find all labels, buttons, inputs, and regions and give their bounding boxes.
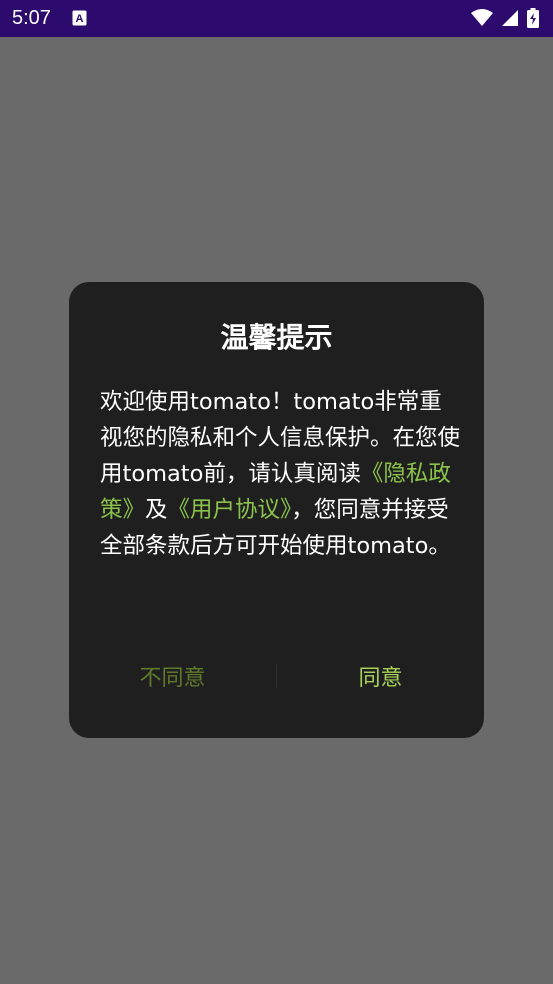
status-bar: 5:07 A xyxy=(0,0,553,37)
dialog-title: 温馨提示 xyxy=(220,321,333,354)
wifi-icon xyxy=(471,9,493,31)
agree-button[interactable]: 同意 xyxy=(277,660,484,692)
privacy-dialog: 温馨提示 欢迎使用tomato！tomato非常重视您的隐私和个人信息保护。在您… xyxy=(69,282,484,738)
dialog-message: 欢迎使用tomato！tomato非常重视您的隐私和个人信息保护。在您使用tom… xyxy=(100,384,460,564)
signal-icon xyxy=(501,9,519,31)
screen: 5:07 A 温馨提示 欢迎使用tomato！tomato非常重视您的隐私和个人… xyxy=(0,0,553,984)
status-icons xyxy=(471,8,539,32)
status-time: 5:07 xyxy=(12,7,51,29)
battery-charging-icon xyxy=(527,8,539,32)
dialog-buttons: 不同意 同意 xyxy=(69,654,484,698)
a-badge-icon: A xyxy=(72,10,87,26)
svg-text:A: A xyxy=(76,13,84,25)
message-and: 及 xyxy=(145,497,168,523)
user-agreement-link[interactable]: 《用户协议》 xyxy=(168,497,292,523)
disagree-button[interactable]: 不同意 xyxy=(69,660,276,692)
